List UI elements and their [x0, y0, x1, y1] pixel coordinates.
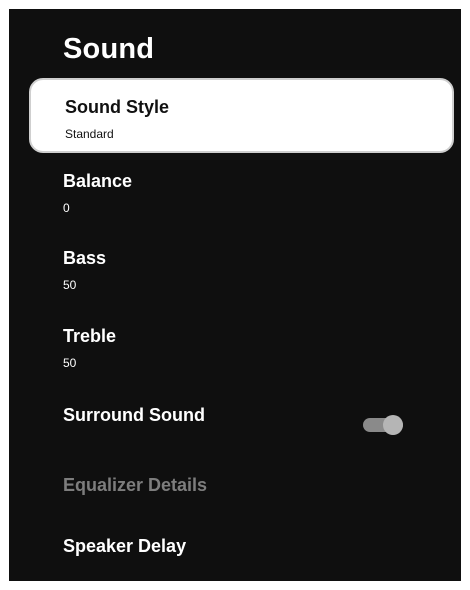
menu-item-label: Bass	[63, 248, 107, 268]
menu-item-value: 0	[63, 201, 70, 215]
menu-item-label: Treble	[63, 326, 117, 346]
menu-item-label: Equalizer Details	[63, 475, 208, 495]
menu-item-label: Sound Style	[65, 97, 170, 117]
menu-item-value: 50	[63, 356, 77, 370]
toggle-knob	[383, 415, 403, 435]
menu-item-treble[interactable]: Treble 50	[29, 325, 454, 371]
menu-item-value: Standard	[65, 127, 114, 141]
menu-item-value: 50	[63, 278, 77, 292]
menu-item-label: Balance	[63, 171, 133, 191]
sound-settings-panel: Sound Sound Style Standard Balance 0 Bas…	[9, 9, 461, 581]
menu-item-balance[interactable]: Balance 0	[29, 170, 454, 216]
surround-sound-toggle[interactable]	[363, 415, 405, 435]
menu-item-speaker-delay[interactable]: Speaker Delay	[29, 535, 454, 557]
menu-item-label: Speaker Delay	[63, 536, 187, 556]
menu-item-sound-style[interactable]: Sound Style Standard	[29, 78, 454, 153]
menu-item-bass[interactable]: Bass 50	[29, 247, 454, 293]
page-title: Sound	[63, 33, 155, 65]
menu-item-equalizer-details: Equalizer Details	[29, 474, 454, 496]
